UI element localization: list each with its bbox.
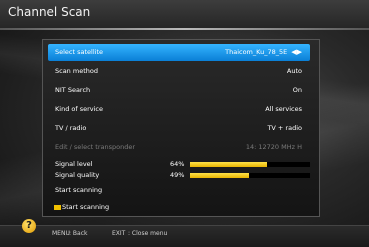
signal-quality-fill: [190, 173, 249, 178]
menu-row-label: Select satellite: [55, 48, 104, 56]
window-title: Channel Scan: [8, 5, 91, 19]
signal-level-fill: [190, 162, 267, 167]
menu-row-value: All services: [265, 105, 302, 113]
menu-row-select-satellite[interactable]: Select satellite Thaicom_Ku_78_5E ◀▶: [48, 44, 310, 61]
footer-exit-action: : Close menu: [128, 230, 168, 237]
signal-level-label: Signal level: [55, 160, 93, 168]
yellow-key-icon: [54, 204, 61, 210]
left-right-arrows-icon[interactable]: ◀▶: [291, 44, 302, 61]
signal-quality-bar: [190, 173, 310, 178]
signal-quality-label: Signal quality: [55, 171, 100, 179]
start-scanning-shortcut-label: Start scanning: [62, 203, 110, 211]
menu-row-value: 14: 12720 MHz H: [245, 143, 302, 151]
signal-quality-percent: 49%: [170, 171, 185, 179]
menu-row-nit-search[interactable]: NIT Search On: [48, 82, 310, 99]
menu-row-value: TV + radio: [267, 124, 302, 132]
menu-row-label: Scan method: [55, 67, 98, 75]
menu-row-label: Edit / select transponder: [55, 143, 136, 151]
menu-row-scan-method[interactable]: Scan method Auto: [48, 63, 310, 80]
signal-level-row: Signal level 64%: [48, 160, 310, 169]
menu-row-label: NIT Search: [55, 86, 91, 94]
signal-level-bar: [190, 162, 310, 167]
footer-menu-key: MENU: [52, 230, 70, 237]
menu-row-tv-radio[interactable]: TV / radio TV + radio: [48, 120, 310, 137]
menu-row-edit-transponder: Edit / select transponder 14: 12720 MHz …: [48, 139, 310, 156]
menu-row-value: Thaicom_Ku_78_5E ◀▶: [225, 44, 302, 61]
start-scanning-shortcut[interactable]: Start scanning: [54, 203, 109, 211]
start-scanning-label: Start scanning: [55, 186, 103, 194]
footer-menu-action: : Back: [69, 230, 88, 237]
signal-level-percent: 64%: [170, 160, 185, 168]
signal-quality-row: Signal quality 49%: [48, 171, 310, 180]
title-bar: Channel Scan: [0, 0, 369, 28]
menu-row-label: Kind of service: [55, 105, 103, 113]
menu-row-value: On: [292, 86, 302, 94]
help-icon[interactable]: ?: [22, 219, 36, 233]
menu-row-label: TV / radio: [55, 124, 87, 132]
start-scanning-button[interactable]: Start scanning: [48, 182, 310, 199]
menu-row-kind-of-service[interactable]: Kind of service All services: [48, 101, 310, 118]
footer-exit-key: EXIT: [112, 230, 126, 237]
title-divider: [0, 28, 369, 30]
menu-row-value: Auto: [286, 67, 302, 75]
